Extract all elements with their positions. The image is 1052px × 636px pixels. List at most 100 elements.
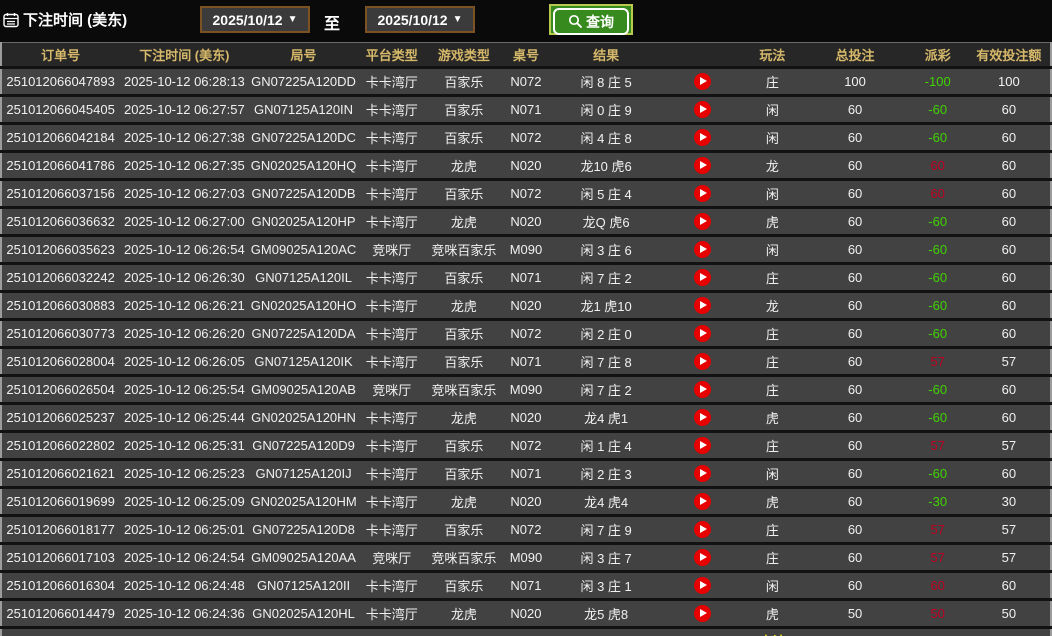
- column-header-platform: 平台类型: [357, 42, 426, 69]
- play-button[interactable]: [693, 129, 711, 147]
- play-button[interactable]: [693, 493, 711, 511]
- cell-payout: -60: [907, 95, 968, 125]
- play-button[interactable]: [693, 241, 711, 259]
- play-button[interactable]: [693, 381, 711, 399]
- cell-valid-bet: 60: [967, 319, 1051, 349]
- table-row: 251012066042184 2025-10-12 06:27:38 GN0722…: [1, 123, 1051, 153]
- cell-game: 百家乐: [425, 515, 502, 545]
- date-to-select[interactable]: 2025/10/12 ▼: [365, 6, 475, 33]
- date-from-value: 2025/10/12: [212, 11, 283, 28]
- cell-payout: -60: [907, 207, 968, 237]
- cell-platform: 卡卡湾厅: [357, 431, 426, 461]
- cell-result: 闲 0 庄 9: [550, 95, 663, 125]
- cell-result: 闲 7 庄 2: [550, 263, 663, 293]
- cell-order: 251012066014479: [1, 599, 120, 629]
- cell-table-no: N020: [501, 291, 550, 321]
- play-button[interactable]: [693, 577, 711, 595]
- cell-table-no: N072: [501, 67, 550, 97]
- play-button[interactable]: [693, 213, 711, 231]
- cell-order: 251012066017103: [1, 543, 120, 573]
- cell-order: 251012066042184: [1, 123, 120, 153]
- cell-time: 2025-10-12 06:25:09: [119, 487, 250, 517]
- cell-game: 龙虎: [425, 207, 502, 237]
- play-button[interactable]: [693, 297, 711, 315]
- cell-round: GN02025A120HN: [249, 403, 358, 433]
- cell-bet: 闲: [742, 95, 803, 125]
- cell-blank: [1, 627, 743, 636]
- cell-payout: -100: [907, 67, 968, 97]
- cell-valid-bet: 60: [967, 151, 1051, 181]
- play-button[interactable]: [693, 437, 711, 455]
- cell-summary-label: 小计: [742, 627, 803, 636]
- cell-time: 2025-10-12 06:26:30: [119, 263, 250, 293]
- play-icon: [699, 245, 707, 254]
- play-button[interactable]: [693, 465, 711, 483]
- cell-play: [662, 543, 743, 573]
- cell-payout: 57: [907, 431, 968, 461]
- cell-bet: 庄: [742, 431, 803, 461]
- play-button[interactable]: [693, 549, 711, 567]
- cell-valid-bet: 60: [967, 459, 1051, 489]
- play-icon: [699, 525, 707, 534]
- cell-valid-bet: 60: [967, 123, 1051, 153]
- cell-order: 251012066041786: [1, 151, 120, 181]
- play-button[interactable]: [693, 101, 711, 119]
- cell-round: GN02025A120HL: [249, 599, 358, 629]
- cell-result: 闲 4 庄 8: [550, 123, 663, 153]
- play-button[interactable]: [693, 185, 711, 203]
- cell-result: 龙10 虎6: [550, 151, 663, 181]
- cell-table-no: M090: [501, 375, 550, 405]
- play-button[interactable]: [693, 521, 711, 539]
- date-from-select[interactable]: 2025/10/12 ▼: [200, 6, 310, 33]
- cell-game: 百家乐: [425, 263, 502, 293]
- table-row: 251012066017103 2025-10-12 06:24:54 GM0902…: [1, 543, 1051, 573]
- table-row: 251012066030883 2025-10-12 06:26:21 GN0202…: [1, 291, 1051, 321]
- column-header-game: 游戏类型: [425, 42, 502, 69]
- cell-table-no: N071: [501, 95, 550, 125]
- play-icon: [699, 217, 707, 226]
- play-button[interactable]: [693, 73, 711, 91]
- cell-payout: -30: [907, 487, 968, 517]
- play-button[interactable]: [693, 605, 711, 623]
- play-button[interactable]: [693, 325, 711, 343]
- cell-table-no: N071: [501, 263, 550, 293]
- cell-table-no: M090: [501, 235, 550, 265]
- cell-order: 251012066036632: [1, 207, 120, 237]
- cell-valid-bet: 60: [967, 207, 1051, 237]
- toolbar: 下注时间 (美东) 2025/10/12 ▼ 至 2025/10/12 ▼ 查询: [0, 0, 1052, 42]
- cell-total-bet: 60: [802, 375, 908, 405]
- cell-payout: -60: [907, 123, 968, 153]
- caret-down-icon: ▼: [287, 13, 298, 25]
- play-button[interactable]: [693, 269, 711, 287]
- cell-time: 2025-10-12 06:27:35: [119, 151, 250, 181]
- play-icon: [699, 329, 707, 338]
- cell-payout: -60: [907, 263, 968, 293]
- cell-order: 251012066028004: [1, 347, 120, 377]
- cell-table-no: N020: [501, 599, 550, 629]
- play-button[interactable]: [693, 157, 711, 175]
- cell-payout: -60: [907, 291, 968, 321]
- table-row: 251012066041786 2025-10-12 06:27:35 GN0202…: [1, 151, 1051, 181]
- play-button[interactable]: [693, 353, 711, 371]
- cell-valid-bet: 60: [967, 403, 1051, 433]
- cell-total-bet: 60: [802, 347, 908, 377]
- caret-down-icon: ▼: [452, 13, 463, 25]
- play-button[interactable]: [693, 409, 711, 427]
- cell-time: 2025-10-12 06:25:23: [119, 459, 250, 489]
- cell-bet: 虎: [742, 207, 803, 237]
- query-button-inner: 查询: [553, 8, 629, 35]
- cell-bet: 虎: [742, 403, 803, 433]
- cell-valid-bet: 57: [967, 347, 1051, 377]
- cell-valid-bet: 50: [967, 599, 1051, 629]
- cell-summary-payout: -272: [907, 627, 968, 636]
- cell-order: 251012066030773: [1, 319, 120, 349]
- cell-valid-bet: 57: [967, 431, 1051, 461]
- query-button[interactable]: 查询: [549, 4, 633, 35]
- cell-payout: 50: [907, 599, 968, 629]
- cell-platform: 卡卡湾厅: [357, 347, 426, 377]
- play-icon: [699, 161, 707, 170]
- cell-platform: 卡卡湾厅: [357, 207, 426, 237]
- play-icon: [699, 77, 707, 86]
- cell-valid-bet: 60: [967, 375, 1051, 405]
- play-icon: [699, 301, 707, 310]
